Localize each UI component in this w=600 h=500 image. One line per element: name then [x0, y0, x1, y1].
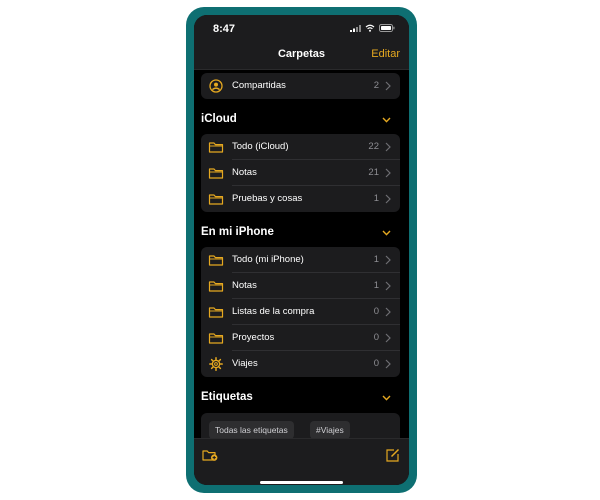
- signal-bars-icon: [350, 24, 361, 32]
- iphone-section-title: En mi iPhone: [201, 226, 274, 238]
- chevron-right-icon: [385, 359, 391, 369]
- status-time: 8:47: [213, 23, 236, 35]
- folder-icon: [208, 307, 224, 318]
- phone-screen: 8:47 Carpetas Editar Compartidas 2 iClou…: [194, 15, 409, 485]
- status-bar: 8:47: [194, 15, 409, 43]
- folder-count: 1: [373, 193, 379, 204]
- folder-label: Notas: [232, 167, 257, 178]
- tags-section-header[interactable]: Etiquetas: [201, 391, 400, 407]
- tag-chip-viajes[interactable]: #Viajes: [310, 421, 350, 439]
- folder-icon: [208, 333, 224, 344]
- chevron-right-icon: [385, 81, 391, 91]
- person-circle-icon: [209, 79, 223, 93]
- folder-icon: [208, 142, 224, 153]
- edit-button[interactable]: Editar: [371, 48, 400, 60]
- folder-row[interactable]: Proyectos 0: [201, 325, 400, 351]
- folder-icon: [208, 194, 224, 205]
- status-icons: [350, 24, 395, 32]
- folder-row[interactable]: Todo (mi iPhone) 1: [201, 247, 400, 273]
- folder-label: Notas: [232, 280, 257, 291]
- chevron-right-icon: [385, 142, 391, 152]
- folder-row[interactable]: Notas 1: [201, 273, 400, 299]
- folder-count: 0: [373, 306, 379, 317]
- folder-row[interactable]: Viajes 0: [201, 351, 400, 377]
- iphone-section-header[interactable]: En mi iPhone: [201, 226, 400, 242]
- folder-count: 0: [373, 332, 379, 343]
- new-folder-icon[interactable]: [202, 448, 218, 462]
- folder-count: 22: [368, 141, 379, 152]
- chevron-right-icon: [385, 194, 391, 204]
- folder-label: Todo (iCloud): [232, 141, 289, 152]
- navigation-bar: Carpetas Editar: [194, 43, 409, 70]
- bottom-toolbar: [194, 438, 409, 485]
- folder-icon: [208, 255, 224, 266]
- shared-count: 2: [373, 80, 379, 91]
- folder-icon: [208, 168, 224, 179]
- chevron-right-icon: [385, 255, 391, 265]
- icloud-section-header[interactable]: iCloud: [201, 113, 400, 129]
- tags-section-title: Etiquetas: [201, 391, 253, 403]
- icloud-folder-list: Todo (iCloud) 22 Notas 21 Pruebas y cosa…: [201, 134, 400, 212]
- folder-label: Listas de la compra: [232, 306, 315, 317]
- chevron-right-icon: [385, 168, 391, 178]
- icloud-section-title: iCloud: [201, 113, 237, 125]
- folder-row[interactable]: Todo (iCloud) 22: [201, 134, 400, 160]
- folder-count: 21: [368, 167, 379, 178]
- shared-row[interactable]: Compartidas 2: [201, 73, 400, 99]
- folder-icon: [208, 281, 224, 292]
- folder-label: Todo (mi iPhone): [232, 254, 304, 265]
- tag-chip-all[interactable]: Todas las etiquetas: [209, 421, 294, 439]
- gear-icon: [209, 357, 223, 371]
- chevron-down-icon[interactable]: [382, 230, 391, 236]
- folder-count: 0: [373, 358, 379, 369]
- folder-label: Proyectos: [232, 332, 275, 343]
- folder-count: 1: [373, 254, 379, 265]
- battery-icon: [379, 24, 395, 32]
- shared-label: Compartidas: [232, 80, 286, 91]
- shared-group: Compartidas 2: [201, 73, 400, 99]
- chevron-right-icon: [385, 281, 391, 291]
- folder-count: 1: [373, 280, 379, 291]
- compose-icon[interactable]: [385, 448, 401, 462]
- home-indicator[interactable]: [260, 481, 343, 484]
- folder-row[interactable]: Pruebas y cosas 1: [201, 186, 400, 212]
- folder-label: Viajes: [232, 358, 258, 369]
- chevron-right-icon: [385, 333, 391, 343]
- chevron-right-icon: [385, 307, 391, 317]
- wifi-icon: [365, 24, 375, 32]
- chevron-down-icon[interactable]: [382, 117, 391, 123]
- chevron-down-icon[interactable]: [382, 395, 391, 401]
- folder-row[interactable]: Notas 21: [201, 160, 400, 186]
- folder-label: Pruebas y cosas: [232, 193, 303, 204]
- iphone-folder-list: Todo (mi iPhone) 1 Notas 1 Listas de la …: [201, 247, 400, 377]
- folder-row[interactable]: Listas de la compra 0: [201, 299, 400, 325]
